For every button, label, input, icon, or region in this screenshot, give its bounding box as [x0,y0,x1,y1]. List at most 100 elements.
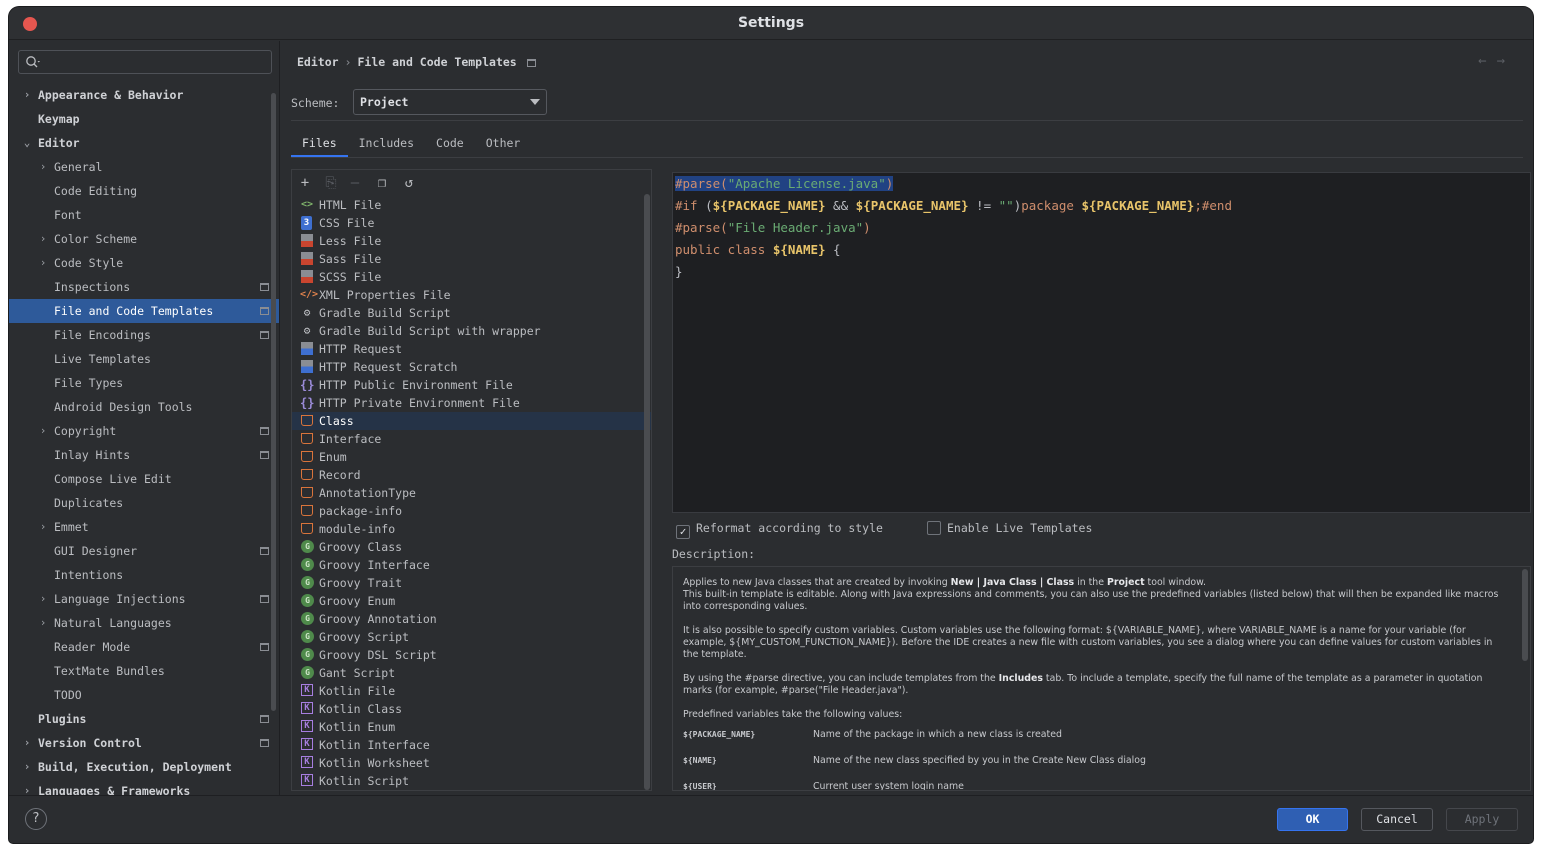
chevron-right-icon[interactable]: › [37,515,49,539]
sidebar-item[interactable]: GUI Designer [9,539,279,563]
sidebar-item[interactable]: Compose Live Edit [9,467,279,491]
list-item[interactable]: </> XML Properties File [292,286,651,304]
live-templates-checkbox[interactable] [927,521,941,535]
reformat-option[interactable]: ✓ Reformat according to style [676,521,883,539]
tab-other[interactable]: Other [475,131,532,157]
sidebar-item[interactable]: Font [9,203,279,227]
sidebar-item[interactable]: Keymap [9,107,279,131]
sidebar-item[interactable]: › Natural Languages [9,611,279,635]
sidebar-item[interactable]: › General [9,155,279,179]
cancel-button[interactable]: Cancel [1361,808,1433,831]
list-item[interactable]: ⚙ Gradle Build Script with wrapper [292,322,651,340]
list-item[interactable]: Sass File [292,250,651,268]
duplicate-template-button[interactable]: ❐ [374,175,390,191]
chevron-right-icon[interactable]: › [21,755,33,779]
list-item[interactable]: <> HTML File [292,196,651,214]
sidebar-item[interactable]: › Emmet [9,515,279,539]
list-item[interactable]: G Groovy Script [292,628,651,646]
add-template-button[interactable]: + [297,175,313,191]
sidebar-item[interactable]: Reader Mode [9,635,279,659]
list-item[interactable]: HTTP Request Scratch [292,358,651,376]
sidebar-item[interactable]: › Languages & Frameworks [9,779,279,795]
breadcrumb-item-editor[interactable]: Editor [297,55,339,69]
chevron-right-icon[interactable]: › [37,227,49,251]
templates-scrollbar[interactable] [644,194,650,790]
apply-button[interactable]: Apply [1446,808,1518,831]
sidebar-item[interactable]: › Color Scheme [9,227,279,251]
chevron-down-icon[interactable]: ⌄ [21,131,33,155]
chevron-right-icon[interactable]: › [37,251,49,275]
list-item[interactable]: Record [292,466,651,484]
sidebar-item[interactable]: Inlay Hints [9,443,279,467]
list-item[interactable]: K Kotlin Class [292,700,651,718]
list-item[interactable]: AnnotationType [292,484,651,502]
list-item[interactable]: G Groovy Trait [292,574,651,592]
reformat-checkbox[interactable]: ✓ [676,525,690,539]
sidebar-item[interactable]: › Language Injections [9,587,279,611]
reset-template-button[interactable]: ↺ [401,175,417,191]
list-item[interactable]: G Groovy DSL Script [292,646,651,664]
sidebar-item[interactable]: TextMate Bundles [9,659,279,683]
live-templates-option[interactable]: Enable Live Templates [927,521,1092,535]
sidebar-item[interactable]: ⌄ Editor [9,131,279,155]
list-item[interactable]: module-info [292,520,651,538]
scheme-dropdown[interactable]: Project [353,89,547,115]
list-item[interactable]: {} HTTP Private Environment File [292,394,651,412]
ok-button[interactable]: OK [1277,808,1348,831]
sidebar-scrollbar[interactable] [271,93,276,711]
list-item[interactable]: {} HTTP Public Environment File [292,376,651,394]
sidebar-item[interactable]: Intentions [9,563,279,587]
chevron-right-icon[interactable]: › [21,779,33,795]
remove-template-button[interactable]: — [347,175,363,191]
sidebar-item[interactable]: Live Templates [9,347,279,371]
tab-includes[interactable]: Includes [348,131,425,157]
chevron-right-icon[interactable]: › [37,419,49,443]
list-item[interactable]: Enum [292,448,651,466]
chevron-right-icon[interactable]: › [37,611,49,635]
sidebar-item[interactable]: File Encodings [9,323,279,347]
list-item[interactable]: package-info [292,502,651,520]
copy-template-button[interactable]: ⎘ [323,175,339,191]
arrow-left-icon[interactable]: ← [1478,53,1496,69]
list-item[interactable]: HTTP Request [292,340,651,358]
list-item[interactable]: ⚙ Gradle Build Script [292,304,651,322]
chevron-right-icon[interactable]: › [37,155,49,179]
list-item[interactable]: K Kotlin Worksheet [292,754,651,772]
sidebar-item[interactable]: Android Design Tools [9,395,279,419]
chevron-right-icon[interactable]: › [37,587,49,611]
arrow-right-icon[interactable]: → [1497,53,1515,69]
chevron-right-icon[interactable]: › [21,83,33,107]
list-item[interactable]: Interface [292,430,651,448]
list-item[interactable]: SCSS File [292,268,651,286]
sidebar-item[interactable]: Inspections [9,275,279,299]
list-item[interactable]: K Kotlin Enum [292,718,651,736]
sidebar-item[interactable]: › Appearance & Behavior [9,83,279,107]
list-item[interactable]: Less File [292,232,651,250]
list-item[interactable]: G Groovy Class [292,538,651,556]
list-item[interactable]: G Groovy Enum [292,592,651,610]
tab-files[interactable]: Files [291,131,348,157]
sidebar-item[interactable]: Duplicates [9,491,279,515]
list-item[interactable]: G Groovy Interface [292,556,651,574]
settings-search-input[interactable] [18,50,272,74]
chevron-right-icon[interactable]: › [21,731,33,755]
list-item[interactable]: Class [292,412,651,430]
sidebar-item[interactable]: › Copyright [9,419,279,443]
list-item[interactable]: K Kotlin File [292,682,651,700]
list-item[interactable]: G Groovy Annotation [292,610,651,628]
description-scrollbar[interactable] [1522,569,1528,661]
list-item[interactable]: K Kotlin Script [292,772,651,790]
sidebar-item[interactable]: › Build, Execution, Deployment [9,755,279,779]
template-code-editor[interactable]: #parse("Apache License.java") #if (${PACK… [672,172,1531,513]
list-item[interactable]: 3 CSS File [292,214,651,232]
sidebar-item[interactable]: File and Code Templates [9,299,279,323]
tab-code[interactable]: Code [425,131,475,157]
list-item[interactable]: G Gant Script [292,664,651,682]
list-item[interactable]: K Kotlin Interface [292,736,651,754]
sidebar-item[interactable]: TODO [9,683,279,707]
sidebar-item[interactable]: › Code Style [9,251,279,275]
sidebar-item[interactable]: Plugins [9,707,279,731]
sidebar-item[interactable]: › Version Control [9,731,279,755]
help-button[interactable]: ? [25,808,47,830]
sidebar-item[interactable]: Code Editing [9,179,279,203]
